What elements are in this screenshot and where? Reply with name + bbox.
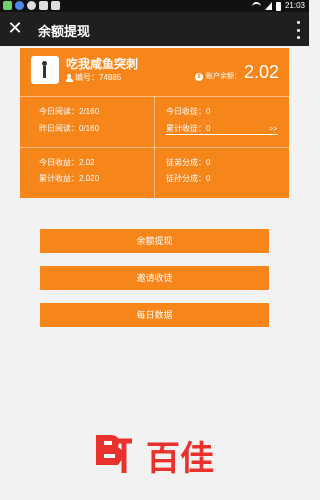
browser-notification-icon (15, 1, 24, 10)
account-card: 吃我咸鱼突刺 编号：74885 ¥ 账户余额： 2.02 今日阅读：2/160 … (20, 48, 289, 198)
divider (154, 96, 155, 198)
download-notification-icon (51, 1, 60, 10)
notification-icons (3, 1, 60, 10)
user-nickname: 吃我咸鱼突刺 (66, 57, 139, 71)
profile-header: 吃我咸鱼突刺 编号：74885 ¥ 账户余额： 2.02 (20, 48, 289, 93)
user-icon (66, 73, 73, 82)
title-bar: ✕ 余额提现 (0, 12, 309, 46)
wifi-icon (251, 1, 261, 11)
battery-icon (275, 1, 281, 11)
user-id-label: 编号：74885 (75, 73, 122, 82)
total-apprentices[interactable]: 累计收徒：0 (166, 124, 210, 134)
watermark-text: 百佳 (146, 439, 214, 479)
close-icon[interactable]: ✕ (6, 19, 24, 37)
today-income: 今日收益：2.02 (39, 158, 95, 167)
withdraw-button[interactable]: 余额提现 (40, 229, 269, 253)
watermark-logo: 百佳 (96, 435, 214, 479)
status-bar: 21:03 (0, 0, 309, 12)
disciple-share: 徒弟分成：0 (166, 158, 211, 167)
page-title: 余额提现 (38, 24, 91, 39)
user-id: 编号：74885 (66, 72, 121, 83)
grand-disciple-share: 徒孙分成：0 (166, 174, 211, 183)
account-balance: ¥ 账户余额： 2.02 (194, 62, 279, 83)
more-vertical-icon[interactable] (295, 19, 301, 39)
stats-grid: 今日阅读：2/160 昨日阅读：0/160 今日收徒：0 累计收徒：0 >> 今… (20, 96, 289, 198)
status-time: 21:03 (284, 1, 305, 10)
avatar (31, 56, 59, 84)
app-notification-icon (3, 1, 12, 10)
balance-value: 2.02 (243, 62, 279, 82)
daily-data-button[interactable]: 每日数据 (40, 303, 269, 327)
signal-icon (264, 2, 272, 10)
today-apprentices: 今日收徒：0 (166, 107, 211, 116)
divider (166, 134, 278, 135)
more-arrow[interactable]: >> (269, 126, 277, 133)
coin-icon: ¥ (194, 73, 203, 81)
wechat-notification-icon (27, 1, 36, 10)
today-reads: 今日阅读：2/160 (39, 107, 100, 116)
balance-label: 账户余额： (205, 73, 241, 80)
total-income: 累计收益：2.020 (39, 174, 100, 183)
yesterday-reads: 昨日阅读：0/160 (39, 124, 100, 133)
message-notification-icon (39, 1, 48, 10)
invite-button[interactable]: 邀请收徒 (40, 266, 269, 290)
